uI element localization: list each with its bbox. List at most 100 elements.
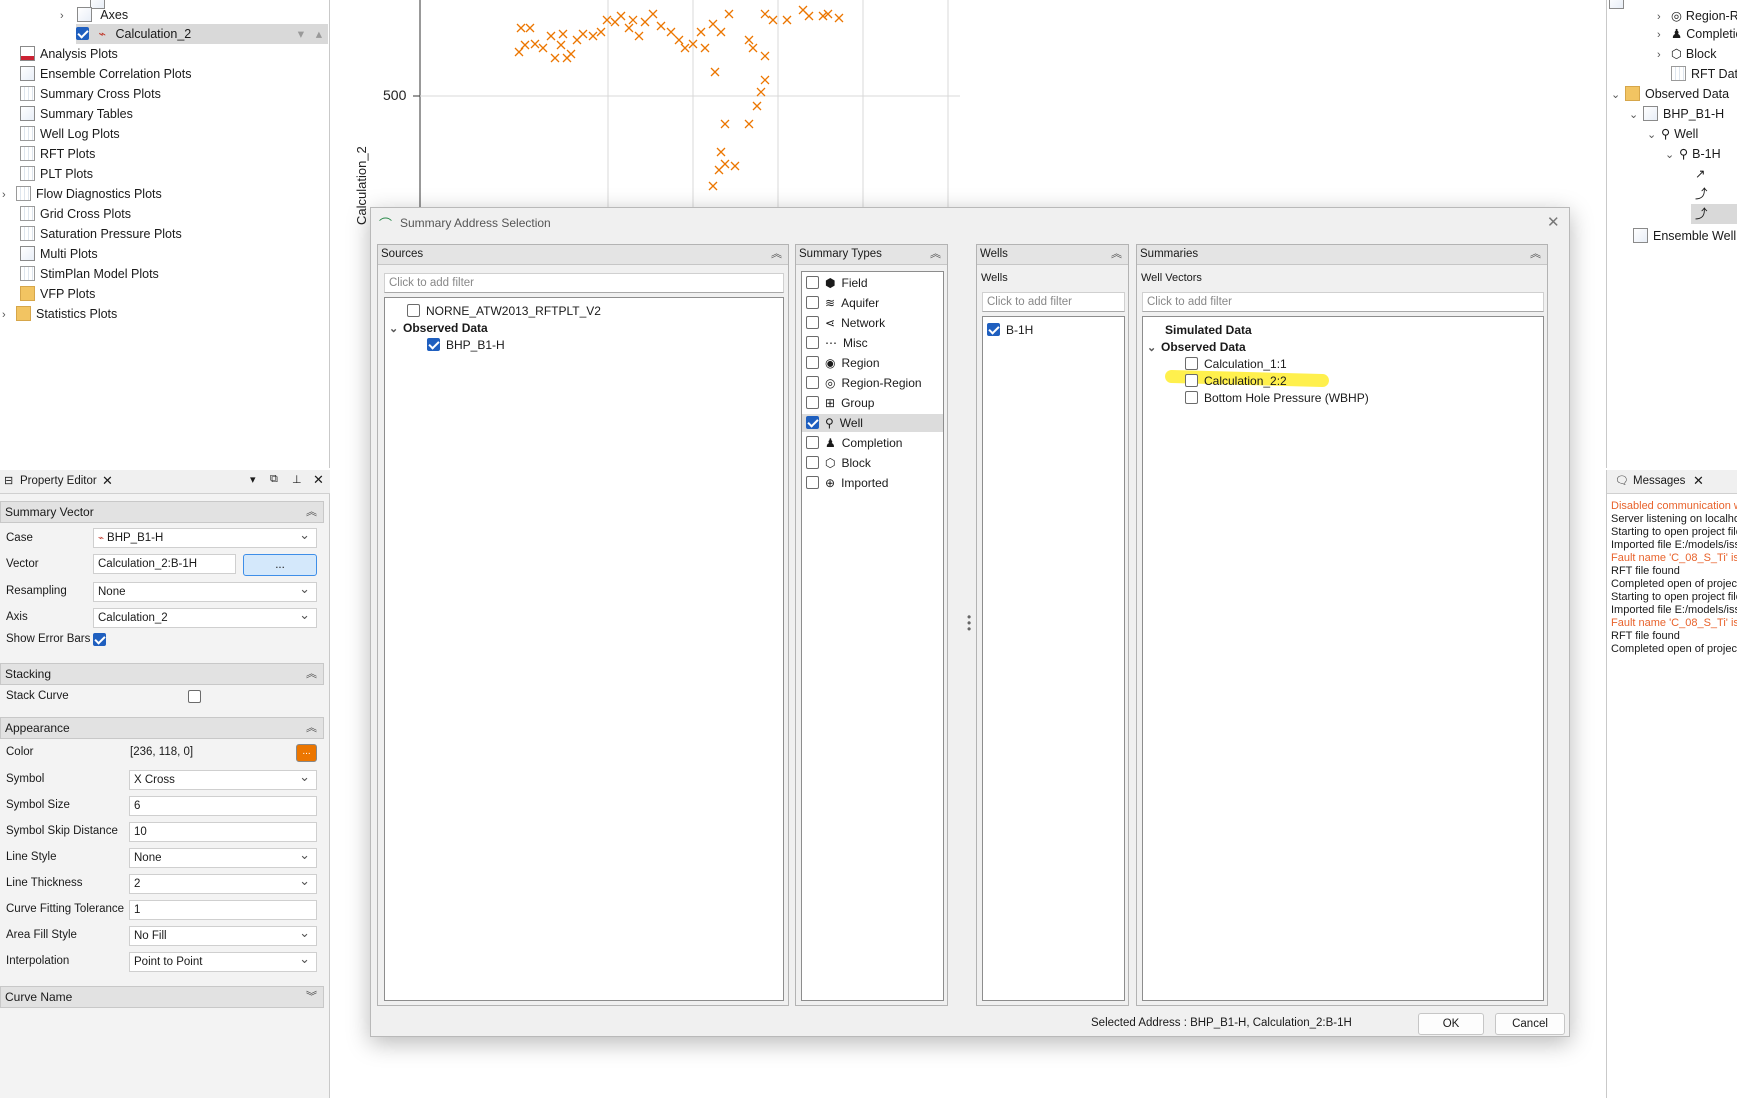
type-checkbox[interactable]: [806, 356, 819, 369]
tree-item-summary-cross-plots[interactable]: Summary Cross Plots: [20, 84, 161, 104]
type-checkbox[interactable]: [806, 416, 819, 429]
curve-visible-checkbox[interactable]: [76, 27, 89, 40]
source-group-observed[interactable]: ⌄ Observed Data: [389, 319, 488, 337]
type-block[interactable]: ⬡ Block: [806, 454, 871, 472]
tree-item-vector-3-selected[interactable]: ⤴: [1691, 204, 1737, 224]
curve-fit-field[interactable]: 1: [129, 900, 317, 920]
chevron-down-icon[interactable]: ⌄: [1611, 85, 1625, 105]
summary-checkbox[interactable]: [1185, 374, 1198, 387]
expand-icon[interactable]: ︾: [306, 987, 317, 1007]
tree-item-block[interactable]: › ⬡ Block: [1657, 44, 1717, 64]
chevron-right-icon[interactable]: ›: [1657, 25, 1671, 45]
summary-group-observed[interactable]: ⌄ Observed Data: [1147, 338, 1246, 356]
splitter-handle-icon[interactable]: • • •: [967, 611, 971, 635]
close-icon[interactable]: ✕: [313, 472, 324, 488]
vector-select-button[interactable]: ...: [243, 554, 317, 576]
type-region-region[interactable]: ◎ Region-Region: [806, 374, 922, 392]
chevron-down-icon[interactable]: ⌄: [1647, 125, 1661, 145]
type-region[interactable]: ◉ Region: [806, 354, 880, 372]
symbol-dropdown[interactable]: X Cross: [129, 770, 317, 790]
chevron-right-icon[interactable]: ›: [2, 185, 16, 205]
type-well[interactable]: ⚲ Well: [802, 414, 943, 432]
symbol-skip-field[interactable]: 10: [129, 822, 317, 842]
sources-filter-input[interactable]: Click to add filter: [384, 273, 784, 293]
color-picker-button[interactable]: ...: [296, 744, 317, 762]
area-fill-dropdown[interactable]: No Fill: [129, 926, 317, 946]
tree-item-statistics-plots[interactable]: › Statistics Plots: [2, 304, 117, 324]
tree-item-axes[interactable]: › Axes: [60, 5, 128, 25]
close-tab-icon[interactable]: ✕: [1693, 473, 1704, 489]
type-completion[interactable]: ♟ Completion: [806, 434, 902, 452]
chevron-down-icon[interactable]: ⌄: [1629, 105, 1643, 125]
well-item-b-1h[interactable]: B-1H: [987, 321, 1033, 339]
vector-field[interactable]: Calculation_2:B-1H: [93, 554, 236, 574]
type-checkbox[interactable]: [806, 296, 819, 309]
tree-item-multi-plots[interactable]: Multi Plots: [20, 244, 98, 264]
tree-item-stimplan-model-plots[interactable]: StimPlan Model Plots: [20, 264, 159, 284]
tree-item-vfp-plots[interactable]: VFP Plots: [20, 284, 95, 304]
line-thickness-dropdown[interactable]: 2: [129, 874, 317, 894]
type-checkbox[interactable]: [806, 476, 819, 489]
tree-item-plt-plots[interactable]: PLT Plots: [20, 164, 93, 184]
summaries-filter-input[interactable]: Click to add filter: [1142, 292, 1544, 312]
dropdown-icon[interactable]: ▾: [250, 473, 256, 486]
group-appearance[interactable]: Appearance ︽: [0, 717, 324, 739]
source-checkbox[interactable]: [407, 304, 420, 317]
summary-group-simulated[interactable]: Simulated Data: [1165, 321, 1252, 339]
group-stacking[interactable]: Stacking ︽: [0, 663, 324, 685]
type-aquifer[interactable]: ≋ Aquifer: [806, 294, 879, 312]
tree-item-ensemble-correlation-plots[interactable]: Ensemble Correlation Plots: [20, 64, 191, 84]
source-checkbox[interactable]: [427, 338, 440, 351]
chevron-right-icon[interactable]: ›: [2, 305, 16, 325]
tree-item-grid-cross-plots[interactable]: Grid Cross Plots: [20, 204, 131, 224]
chevron-down-icon[interactable]: ⌄: [1665, 145, 1679, 165]
tree-item-saturation-pressure-plots[interactable]: Saturation Pressure Plots: [20, 224, 182, 244]
tree-item-completion[interactable]: ›♟Completion: [1657, 24, 1737, 44]
tree-item-calculation-2[interactable]: ⌁ Calculation_2 ▾ ▴: [76, 24, 328, 44]
type-checkbox[interactable]: [806, 276, 819, 289]
close-tab-icon[interactable]: ✕: [102, 473, 113, 489]
dialog-close-icon[interactable]: ✕: [1547, 213, 1560, 231]
collapse-icon[interactable]: ︽: [1530, 245, 1541, 264]
cancel-button[interactable]: Cancel: [1495, 1013, 1565, 1035]
move-down-icon[interactable]: ▾: [298, 24, 304, 44]
summary-checkbox[interactable]: [1185, 391, 1198, 404]
tree-item-summary-tables[interactable]: Summary Tables: [20, 104, 133, 124]
tree-item-well-log-plots[interactable]: Well Log Plots: [20, 124, 120, 144]
tree-item-rft-data[interactable]: RFT Data: [1671, 64, 1737, 84]
collapse-icon[interactable]: ︽: [306, 664, 317, 684]
type-checkbox[interactable]: [806, 316, 819, 329]
stack-curve-checkbox[interactable]: [188, 690, 202, 703]
show-error-bars-checkbox[interactable]: [93, 633, 106, 646]
well-checkbox[interactable]: [987, 323, 1000, 336]
type-checkbox[interactable]: [806, 396, 819, 409]
type-checkbox[interactable]: [806, 436, 819, 449]
type-checkbox[interactable]: [806, 456, 819, 469]
tree-item-bhp-b1-h[interactable]: ⌄ BHP_B1-H: [1629, 104, 1724, 124]
tree-item-observed-data[interactable]: ⌄ Observed Data: [1611, 84, 1729, 104]
collapse-icon[interactable]: ︽: [306, 718, 317, 738]
summary-item-wbhp[interactable]: Bottom Hole Pressure (WBHP): [1185, 389, 1369, 407]
type-field[interactable]: ⬢ Field: [806, 274, 868, 292]
chevron-right-icon[interactable]: ›: [60, 6, 74, 26]
collapse-icon[interactable]: ︽: [771, 245, 782, 264]
tree-item-ensemble-well-logs[interactable]: Ensemble Well Logs: [1633, 226, 1737, 246]
tree-item-vector-1[interactable]: ↗: [1695, 164, 1705, 184]
case-dropdown[interactable]: ⌁ BHP_B1-H: [93, 528, 317, 548]
type-imported[interactable]: ⊕ Imported: [806, 474, 888, 492]
ok-button[interactable]: OK: [1418, 1013, 1484, 1035]
type-group[interactable]: ⊞ Group: [806, 394, 874, 412]
float-icon[interactable]: ⧉: [270, 473, 278, 486]
type-network[interactable]: ⋖ Network: [806, 314, 885, 332]
tree-item-b-1h[interactable]: ⌄ ⚲ B-1H: [1665, 144, 1721, 164]
move-up-icon[interactable]: ▴: [316, 24, 322, 44]
collapse-icon[interactable]: ︽: [930, 245, 941, 264]
tree-item-region-region[interactable]: ›◎Region-Region: [1657, 6, 1737, 26]
group-curve-name[interactable]: Curve Name ︾: [0, 986, 324, 1008]
resampling-dropdown[interactable]: None: [93, 582, 317, 602]
collapse-icon[interactable]: ︽: [1111, 245, 1122, 264]
chevron-right-icon[interactable]: ›: [1657, 45, 1671, 65]
collapse-icon[interactable]: ︽: [306, 502, 317, 522]
tree-item-rft-plots[interactable]: RFT Plots: [20, 144, 95, 164]
tree-item-vector-2[interactable]: ⤴: [1695, 184, 1708, 204]
